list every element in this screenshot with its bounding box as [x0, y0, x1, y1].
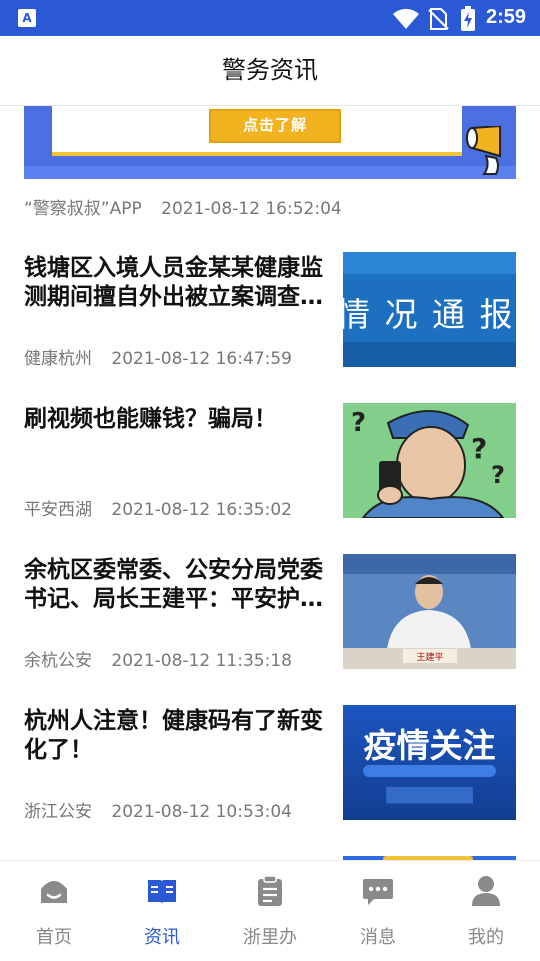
news-title: 刷视频也能赚钱？骗局！ — [24, 406, 277, 432]
news-item[interactable]: 杭州人注意！健康码有了新变化了！ 浙江公安 2021-08-12 10:53:0… — [24, 705, 516, 822]
news-meta: 余杭公安 2021-08-12 11:35:18 — [24, 646, 292, 671]
no-sim-icon — [428, 8, 449, 30]
bottom-tab-bar: 首页 资讯 浙里办 消息 我的 — [0, 860, 540, 961]
confused-man-illustration: ? ? ? — [343, 403, 516, 518]
news-thumbnail: 王建平 — [343, 554, 516, 669]
megaphone-icon — [466, 126, 501, 175]
svg-text:?: ? — [471, 432, 487, 465]
app-header: 警务资讯 — [0, 36, 540, 106]
tab-news[interactable]: 资讯 — [108, 861, 216, 961]
news-time: 2021-08-12 16:47:59 — [111, 349, 292, 369]
news-meta: 浙江公安 2021-08-12 10:53:04 — [24, 797, 292, 822]
news-item[interactable]: 钱塘区入境人员金某某健康监测期间擅自外出被立案调查… 健康杭州 2021-08-… — [24, 252, 516, 369]
profile-icon — [472, 876, 500, 906]
clock: 2:59 — [486, 6, 527, 28]
page-title: 警务资讯 — [222, 56, 318, 84]
police-chief-photo: 王建平 — [343, 554, 516, 669]
clipboard-icon — [258, 875, 282, 906]
news-title: 钱塘区入境人员金某某健康监测期间擅自外出被立案调查… — [24, 255, 323, 310]
news-source: 浙江公安 — [24, 802, 92, 822]
tab-label: 我的 — [468, 927, 504, 948]
news-book-icon — [148, 880, 176, 904]
tab-messages[interactable]: 消息 — [324, 861, 432, 961]
thumbnail-caption: 疫情关注 — [363, 726, 496, 765]
news-meta: 健康杭州 2021-08-12 16:47:59 — [24, 344, 292, 369]
tab-label: 消息 — [360, 927, 396, 948]
tab-label: 浙里办 — [243, 927, 297, 948]
promo-banner[interactable]: 点击了解 — [24, 106, 516, 179]
tab-label: 资讯 — [144, 927, 180, 948]
news-source: 健康杭州 — [24, 349, 92, 369]
tab-profile[interactable]: 我的 — [432, 861, 540, 961]
tab-label: 首页 — [36, 927, 72, 948]
news-thumbnail: 疫情关注 ▀▀▀▀ — [343, 705, 516, 820]
news-time: 2021-08-12 16:35:02 — [111, 500, 292, 520]
banner-meta: “警察叔叔”APP 2021-08-12 16:52:04 — [24, 194, 342, 219]
status-bar: A 2:59 — [0, 0, 540, 36]
news-thumbnail: ? ? ? — [343, 403, 516, 518]
tab-zheliban[interactable]: 浙里办 — [216, 861, 324, 961]
news-thumbnail: 情 况 通 报 — [343, 252, 516, 367]
news-time: 2021-08-12 11:35:18 — [111, 651, 292, 671]
wifi-icon — [393, 8, 419, 29]
message-icon — [363, 879, 393, 905]
news-item[interactable]: 余杭区委常委、公安分局党委书记、局长王建平：平安护… 余杭公安 2021-08-… — [24, 554, 516, 671]
news-title: 杭州人注意！健康码有了新变化了！ — [24, 708, 323, 763]
news-title: 余杭区委常委、公安分局党委书记、局长王建平：平安护… — [24, 557, 323, 612]
tab-home[interactable]: 首页 — [0, 861, 108, 961]
banner-time: 2021-08-12 16:52:04 — [161, 199, 342, 219]
nameplate-text: 王建平 — [416, 651, 443, 663]
thumbnail-caption: 情 况 通 报 — [343, 295, 515, 334]
news-meta: 平安西湖 2021-08-12 16:35:02 — [24, 495, 292, 520]
battery-charging-icon — [461, 6, 475, 31]
home-icon — [41, 881, 67, 903]
news-source: 余杭公安 — [24, 651, 92, 671]
banner-source: “警察叔叔”APP — [24, 199, 142, 219]
svg-text:?: ? — [491, 461, 505, 489]
app-notification-icon: A — [18, 9, 36, 27]
news-feed[interactable]: 点击了解 “警察叔叔”APP 2021-08-12 16:52:04 钱塘区入境… — [0, 106, 540, 860]
learn-more-button[interactable]: 点击了解 — [209, 109, 341, 143]
svg-text:?: ? — [351, 408, 366, 438]
banner-strip — [24, 166, 516, 179]
news-source: 平安西湖 — [24, 500, 92, 520]
news-item[interactable]: 刷视频也能赚钱？骗局！ 平安西湖 2021-08-12 16:35:02 ? ?… — [24, 403, 516, 520]
news-time: 2021-08-12 10:53:04 — [111, 802, 292, 822]
